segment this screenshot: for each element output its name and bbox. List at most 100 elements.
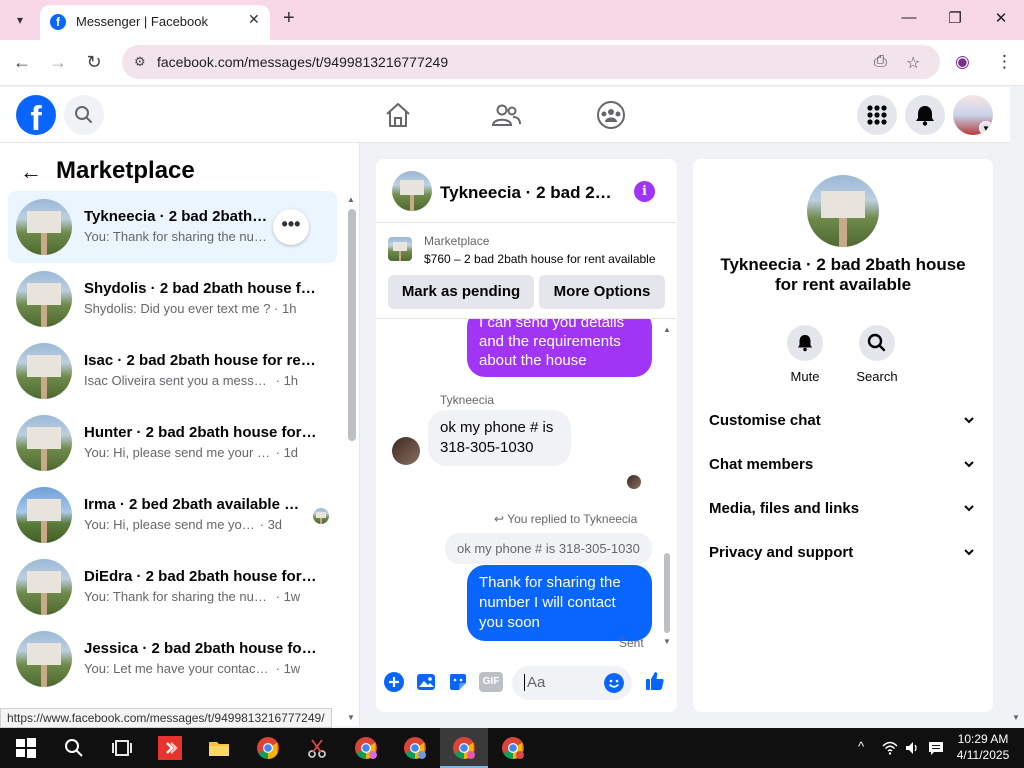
chrome-profile-icon[interactable]	[354, 736, 378, 760]
close-tab-icon[interactable]: ✕	[248, 11, 260, 28]
forward-icon[interactable]: →	[46, 52, 70, 73]
customise-chat-row[interactable]: Customise chat	[709, 412, 977, 436]
mute-button[interactable]: Mute	[775, 325, 835, 384]
groups-icon[interactable]	[595, 99, 627, 131]
conversation-item[interactable]: Isac · 2 bad 2bath house for rent availa…	[8, 335, 337, 407]
conversation-name: Isac · 2 bad 2bath house for rent availa…	[84, 352, 319, 369]
network-icon[interactable]	[882, 740, 898, 756]
home-icon[interactable]	[382, 99, 414, 131]
facebook-logo-icon[interactable]: f	[16, 95, 56, 135]
gif-label: GIF	[482, 676, 500, 687]
back-arrow-icon[interactable]: ←	[20, 159, 42, 185]
row-label: Customise chat	[709, 412, 821, 429]
bell-icon	[798, 335, 812, 352]
message-thread: I can send you details and the requireme…	[376, 319, 677, 652]
task-view-icon[interactable]	[110, 736, 134, 760]
address-bar[interactable]: ⚙ facebook.com/messages/t/94998132167772…	[122, 45, 940, 79]
preview-text: You: Hi, please send me your number	[84, 445, 272, 460]
preview-text: You: Thank for sharing the number I will…	[84, 229, 272, 244]
conversation-item[interactable]: Irma · 2 bed 2bath available House You: …	[8, 479, 337, 551]
menu-button[interactable]	[857, 95, 897, 135]
info-icon[interactable]: i	[634, 181, 655, 202]
thread-scrollbar[interactable]	[664, 553, 670, 633]
bookmark-star-icon[interactable]: ☆	[906, 53, 920, 73]
chrome-profile-icon[interactable]	[452, 736, 476, 760]
chat-panel: Tykneecia · 2 bad 2bath house for rent a…	[376, 159, 677, 712]
fb-search-button[interactable]	[64, 95, 104, 135]
conversation-name: Shydolis · 2 bad 2bath house for rent av…	[84, 280, 319, 297]
chrome-profile-icon[interactable]	[403, 736, 427, 760]
notification-center-icon[interactable]	[928, 740, 944, 756]
add-plus-icon[interactable]	[383, 671, 405, 693]
outgoing-message: Thank for sharing the number I will cont…	[467, 565, 652, 641]
conversation-item[interactable]: Tykneecia · 2 bad 2bath house for rent a…	[8, 191, 337, 263]
browser-menu-icon[interactable]: ⋮	[996, 52, 1013, 72]
privacy-support-row[interactable]: Privacy and support	[709, 544, 977, 568]
clock-date[interactable]: 4/11/2025	[948, 748, 1018, 762]
new-tab-icon[interactable]: +	[283, 7, 295, 30]
mute-label: Mute	[790, 369, 820, 384]
thread-scroll-down-icon[interactable]: ▼	[663, 637, 671, 646]
taskbar-search-icon[interactable]	[62, 736, 86, 760]
search-button[interactable]: Search	[847, 325, 907, 384]
mark-as-pending-button[interactable]: Mark as pending	[388, 275, 534, 309]
file-explorer-icon[interactable]	[207, 736, 231, 760]
windows-start-icon[interactable]	[14, 736, 38, 760]
emoji-icon[interactable]	[604, 673, 624, 693]
install-app-icon[interactable]: ⎙	[874, 53, 887, 71]
profile-avatar[interactable]	[807, 175, 879, 247]
conversation-item[interactable]: Jessica · 2 bad 2bath house for rent ava…	[8, 623, 337, 695]
more-options-icon[interactable]: •••	[273, 209, 309, 245]
tab-search-chevron-icon[interactable]: ▾	[8, 9, 32, 31]
gif-icon[interactable]: GIF	[479, 672, 503, 692]
seen-avatar	[313, 508, 329, 524]
listing-thumbnail[interactable]	[388, 237, 412, 261]
thread-scroll-up-icon[interactable]: ▲	[663, 325, 671, 334]
chat-title[interactable]: Tykneecia · 2 bad 2bath house for rent a…	[440, 183, 622, 203]
more-options-button[interactable]: More Options	[539, 275, 665, 309]
site-settings-icon[interactable]: ⚙	[134, 54, 146, 70]
sticker-icon[interactable]	[447, 671, 469, 693]
conversation-item[interactable]: Shydolis · 2 bad 2bath house for rent av…	[8, 263, 337, 335]
chat-avatar[interactable]	[392, 171, 432, 211]
scroll-down-arrow-icon[interactable]: ▼	[347, 713, 355, 722]
house-avatar	[16, 199, 72, 255]
browser-tab[interactable]: f Messenger | Facebook ✕	[40, 5, 270, 40]
window-close-icon[interactable]: ✕	[986, 9, 1016, 27]
chrome-icon[interactable]	[256, 736, 280, 760]
chat-header: Tykneecia · 2 bad 2bath house for rent a…	[376, 159, 677, 223]
account-avatar[interactable]: ▼	[953, 95, 993, 135]
conversation-preview: Shydolis: Did you ever text me ? · 1h	[84, 301, 319, 316]
clock-time[interactable]: 10:29 AM	[948, 732, 1018, 746]
conversation-scrollbar[interactable]	[348, 209, 356, 441]
address-url[interactable]: facebook.com/messages/t/9499813216777249	[157, 54, 448, 70]
conversation-item[interactable]: DiEdra · 2 bad 2bath house for rent avai…	[8, 551, 337, 623]
chat-members-row[interactable]: Chat members	[709, 456, 977, 480]
listing-title[interactable]: $760 – 2 bad 2bath house for rent availa…	[424, 252, 668, 266]
like-thumb-icon[interactable]	[644, 670, 666, 692]
minimize-icon[interactable]: —	[894, 9, 924, 26]
media-files-links-row[interactable]: Media, files and links	[709, 500, 977, 524]
reload-icon[interactable]: ↻	[82, 52, 106, 73]
conversation-item[interactable]: Hunter · 2 bad 2bath house for rent avai…	[8, 407, 337, 479]
photo-icon[interactable]	[415, 671, 437, 693]
page-scroll-down-icon[interactable]: ▼	[1012, 713, 1020, 722]
chrome-profile-icon[interactable]	[501, 736, 525, 760]
show-hidden-icons-chevron-icon[interactable]: ^	[858, 739, 864, 754]
restore-icon[interactable]: ❐	[940, 9, 970, 27]
conversation-name: Irma · 2 bed 2bath available House	[84, 496, 304, 513]
volume-icon[interactable]	[904, 740, 920, 756]
reply-arrow-icon: ↩	[494, 512, 508, 526]
anydesk-icon[interactable]	[158, 736, 182, 760]
friends-icon[interactable]	[490, 99, 522, 131]
snipping-tool-icon[interactable]	[305, 736, 329, 760]
back-icon[interactable]: ←	[10, 52, 34, 73]
preview-text: Shydolis: Did you ever text me ?	[84, 301, 271, 316]
notifications-button[interactable]	[905, 95, 945, 135]
chevron-down-icon	[964, 549, 974, 556]
preview-time: · 1w	[275, 661, 301, 676]
profile-icon[interactable]: ◉	[955, 52, 970, 72]
message-composer: GIF Aa	[376, 659, 677, 709]
scroll-up-arrow-icon[interactable]: ▲	[347, 195, 355, 204]
menu-grid-icon	[867, 105, 887, 125]
